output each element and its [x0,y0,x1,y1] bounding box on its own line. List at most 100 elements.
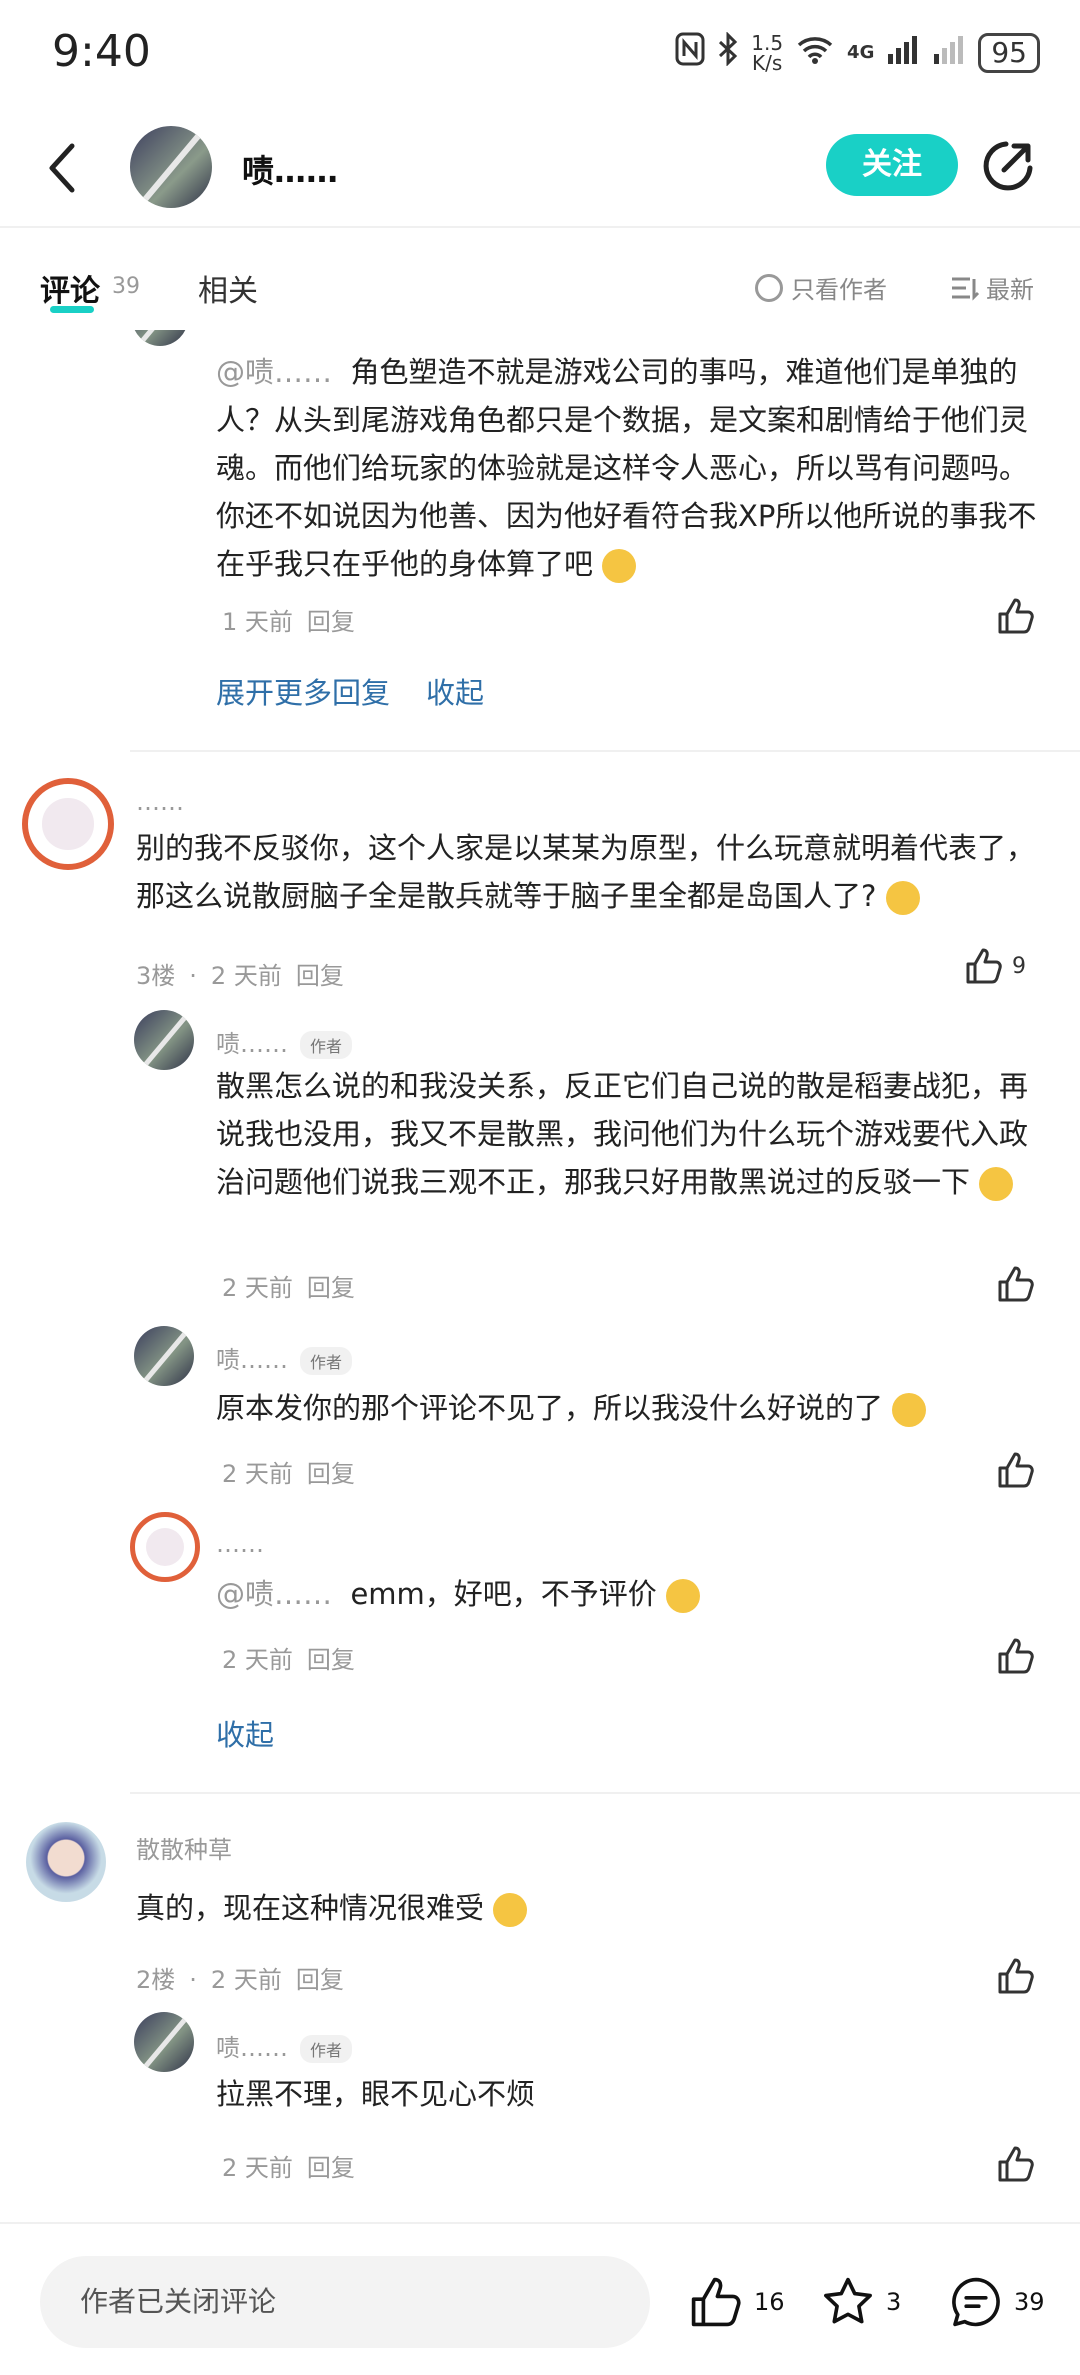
comment-bubble-icon [952,2277,1000,2327]
divider [130,1792,1080,1794]
reply-button[interactable]: 回复 [296,962,344,990]
collapse-replies[interactable]: 收起 [216,1712,274,1754]
divider [130,750,1080,752]
reply-text: 拉黑不理，眼不见心不烦 [216,2077,536,2111]
reply-meta: 2 天前 回复 [222,1646,355,1674]
comment-button[interactable]: 39 [948,2274,1045,2330]
comments-closed-notice: 作者已关闭评论 [40,2256,650,2348]
tab-related[interactable]: 相关 [198,266,258,310]
like-button[interactable] [996,1450,1036,1494]
thumbs-up-icon [998,1452,1034,1488]
status-time: 9:40 [52,26,151,77]
favorite-button[interactable]: 3 [820,2274,901,2330]
laughing-emoji-icon [666,1579,701,1613]
reply-meta: 2 天前 回复 [222,1460,355,1488]
reply-username: 啧…… 作者 [216,1340,353,1375]
thumbs-up-icon [998,1266,1034,1302]
favorite-count: 3 [886,2288,902,2316]
commenter-avatar[interactable] [22,778,114,870]
thumbs-up-icon [998,2146,1034,2182]
avatar[interactable] [134,1010,194,1070]
like-count: 9 [1012,953,1026,979]
comment-meta: 3楼 · 2 天前 回复 [136,962,344,990]
bottom-action-bar: 作者已关闭评论 16 3 39 [0,2222,1080,2375]
reply-button[interactable]: 回复 [307,2154,355,2182]
reply-username: 啧…… 作者 [216,1024,353,1059]
signal-icon [886,34,920,71]
floor-number: 2楼 [136,1966,176,1994]
sort-button[interactable]: 最新 [950,270,1034,305]
reply-meta: 1 天前 回复 [222,608,355,636]
commenter-name[interactable]: 散散种草 [136,1830,232,1865]
net-speed: 1.5 K/s [751,30,784,75]
follow-button[interactable]: 关注 [826,134,958,196]
reply-text: @啧…… 角色塑造不就是游戏公司的事吗，难道他们是单独的人？从头到尾游戏角色都只… [216,355,1037,583]
radio-circle-icon [755,273,783,302]
angry-emoji-icon [885,881,920,915]
thumbs-up-icon [998,598,1034,634]
comment-count: 39 [112,274,140,299]
reply-text: 原本发你的那个评论不见了，所以我没什么好说的了 [216,1384,1042,1432]
comment-total: 39 [1014,2288,1045,2316]
reply-username[interactable]: …… [216,1530,264,1558]
like-button[interactable] [996,1956,1036,2000]
reply-meta: 2 天前 回复 [222,2154,355,2182]
author-badge: 作者 [300,1031,353,1059]
reply-text: 散黑怎么说的和我没关系，反正它们自己说的散是稻妻战犯，再说我也没用，我又不是散黑… [216,1069,1029,1201]
nfc-icon [675,32,705,73]
network-type: 4G [847,42,875,63]
comment-text: 别的我不反驳你，这个人家是以某某为原型，什么玩意就明着代表了，那这么说散厨脑子全… [136,831,1036,915]
reply-button[interactable]: 回复 [307,1460,355,1488]
like-button[interactable] [996,1636,1036,1680]
commenter-name[interactable]: …… [136,788,184,816]
battery-indicator: 95 [978,32,1040,73]
commenter-avatar[interactable] [26,1822,106,1902]
avatar[interactable] [132,330,188,346]
comment-tabs: 评论 39 相关 只看作者 最新 [0,230,1080,330]
awkward-emoji-icon [892,1393,927,1427]
signal-2-icon [932,34,966,71]
like-button[interactable] [996,596,1036,640]
share-icon [983,141,1033,191]
sort-label: 最新 [986,276,1034,304]
avatar[interactable] [134,2012,194,2072]
tab-comments[interactable]: 评论 [40,266,100,310]
reply-button[interactable]: 回复 [296,1966,344,1994]
like-button[interactable] [996,1264,1036,1308]
avatar[interactable] [130,1512,200,1582]
post-like-count: 16 [754,2288,785,2316]
like-button[interactable] [996,2144,1036,2188]
back-button[interactable] [40,138,90,198]
active-tab-indicator [50,306,94,313]
thumbs-up-icon [966,948,1002,984]
expand-more-replies[interactable]: 展开更多回复 [216,670,390,712]
reply-button[interactable]: 回复 [307,1646,355,1674]
only-author-toggle[interactable]: 只看作者 [755,270,887,305]
thumbs-up-icon [998,1958,1034,1994]
post-header: 啧…… 关注 [0,110,1080,228]
author-avatar[interactable] [130,126,212,208]
comment-list: @啧…… 角色塑造不就是游戏公司的事吗，难道他们是单独的人？从头到尾游戏角色都只… [0,330,1080,2220]
bluetooth-icon [717,31,739,73]
reply-button[interactable]: 回复 [307,1274,355,1302]
share-button[interactable] [980,138,1036,194]
status-icons: 1.5 K/s 4G 95 [675,30,1040,75]
reply-text: @啧…… emm，好吧，不予评价 [216,1570,1042,1618]
thumbs-up-icon [998,1638,1034,1674]
post-like-button[interactable]: 16 [688,2274,785,2330]
status-bar: 9:40 1.5 K/s 4G 95 [0,0,1080,110]
like-button[interactable]: 9 [964,946,1026,986]
reply-button[interactable]: 回复 [307,608,355,636]
author-name[interactable]: 啧…… [242,146,338,192]
collapse-replies[interactable]: 收起 [426,670,484,712]
avatar[interactable] [134,1326,194,1386]
author-badge: 作者 [300,1347,353,1375]
comment-meta: 2楼 · 2 天前 回复 [136,1966,344,1994]
sad-emoji-icon [493,1893,528,1927]
floor-number: 3楼 [136,962,176,990]
sort-lines-icon [952,277,980,301]
only-author-label: 只看作者 [791,276,887,304]
awkward-emoji-icon [979,1167,1014,1201]
thumbs-up-icon [691,2277,741,2327]
reply-username: 啧…… 作者 [216,2028,353,2063]
